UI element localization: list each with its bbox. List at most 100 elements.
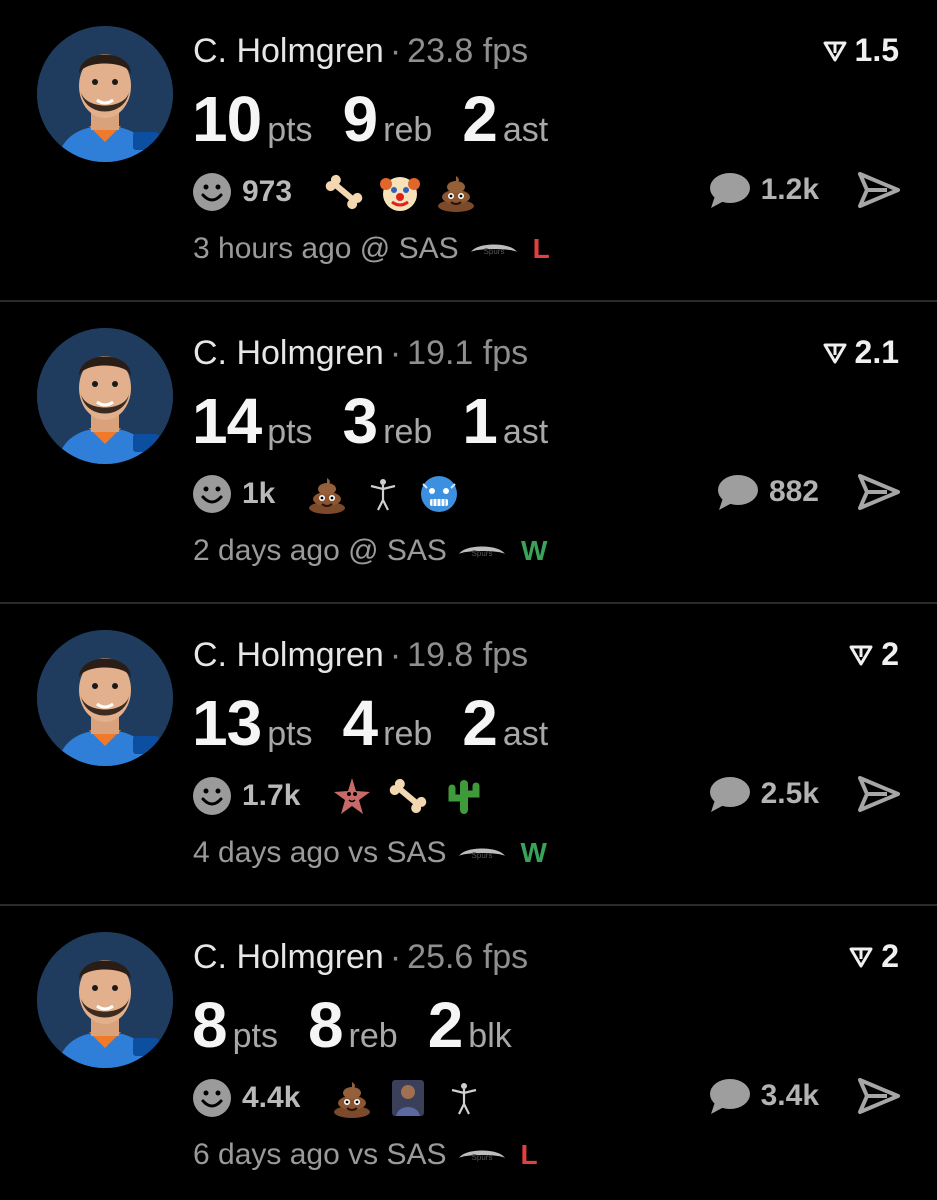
post-header: C. Holmgren · 23.8 fps [193, 30, 528, 72]
reaction-count[interactable]: 1.7k [242, 779, 300, 813]
time-ago: 2 days ago [193, 534, 340, 567]
bone-emoji[interactable] [322, 170, 366, 214]
post-header: C. Holmgren · 19.1 fps [193, 332, 528, 374]
player-name[interactable]: C. Holmgren [193, 938, 384, 976]
player-avatar[interactable] [37, 932, 173, 1068]
rating-badge[interactable]: 2 [849, 938, 899, 975]
rating-badge[interactable]: 2 [849, 636, 899, 673]
stat-unit: blk [468, 1017, 512, 1055]
venue: @ SAS [359, 232, 459, 265]
game-result: W [520, 535, 548, 566]
player-avatar[interactable] [37, 26, 173, 162]
stat-unit: pts [267, 111, 313, 149]
player-name[interactable]: C. Holmgren [193, 32, 384, 70]
game-result: L [520, 1139, 538, 1170]
player-figure-emoji[interactable] [361, 472, 405, 516]
smiley-reaction-icon[interactable] [192, 1078, 232, 1118]
stat-value: 14 [192, 385, 262, 457]
fantasy-points: 25.6 fps [407, 938, 529, 976]
venue: @ SAS [348, 534, 447, 567]
stat-line: 14 pts 3 reb 1 ast [192, 384, 578, 458]
comments-button[interactable]: 2.5k [707, 774, 819, 814]
venue: vs SAS [348, 836, 447, 869]
spurs-logo-icon: Spurs [458, 848, 505, 860]
share-icon[interactable] [857, 774, 901, 814]
svg-text:Spurs: Spurs [483, 247, 504, 256]
separator-dot: · [389, 32, 402, 70]
game-post-card[interactable]: C. Holmgren · 19.1 fps 2.1 14 pts 3 reb 1 ast 1… [0, 302, 937, 604]
time-ago: 6 days ago [193, 1138, 340, 1171]
player-name[interactable]: C. Holmgren [193, 334, 384, 372]
game-info: 6 days ago vs SAS Spurs L [193, 1138, 538, 1172]
rating-value: 1.5 [854, 32, 899, 68]
comment-bubble-icon [717, 475, 758, 510]
reaction-emojis [318, 774, 486, 818]
share-icon[interactable] [857, 472, 901, 512]
stat-unit: pts [232, 1017, 278, 1055]
post-header: C. Holmgren · 25.6 fps [193, 936, 528, 978]
stat-line: 10 pts 9 reb 2 ast [192, 82, 578, 156]
share-icon[interactable] [857, 1076, 901, 1116]
stat-value: 8 [192, 989, 228, 1061]
comment-count: 1.2k [760, 173, 819, 206]
smiley-reaction-icon[interactable] [192, 474, 232, 514]
separator-dot: · [389, 334, 402, 372]
game-info: 2 days ago @ SAS Spurs W [193, 534, 547, 568]
comments-button[interactable]: 1.2k [707, 170, 819, 210]
comment-count: 882 [768, 475, 819, 508]
bone-emoji[interactable] [386, 774, 430, 818]
reaction-count[interactable]: 973 [242, 175, 292, 209]
game-post-card[interactable]: C. Holmgren · 23.8 fps 1.5 10 pts 9 reb 2 ast 9… [0, 0, 937, 302]
rating-value: 2 [881, 636, 899, 672]
rating-arrow-icon [849, 947, 873, 967]
player-photo-emoji[interactable] [386, 1076, 430, 1120]
player-name[interactable]: C. Holmgren [193, 636, 384, 674]
comments-button[interactable]: 882 [715, 472, 819, 512]
stat-pts: 14 pts [192, 384, 313, 458]
stat-line: 8 pts 8 reb 2 blk [192, 988, 542, 1062]
stat-value: 3 [342, 385, 379, 457]
spurs-logo-icon: Spurs [458, 546, 505, 558]
smiley-reaction-icon[interactable] [192, 172, 232, 212]
comments-button[interactable]: 3.4k [707, 1076, 819, 1116]
game-post-card[interactable]: C. Holmgren · 25.6 fps 2 8 pts 8 reb 2 blk 4.4k [0, 906, 937, 1200]
clown-emoji[interactable] [378, 170, 422, 214]
game-feed: C. Holmgren · 23.8 fps 1.5 10 pts 9 reb 2 ast 9… [0, 0, 937, 1200]
rating-badge[interactable]: 2.1 [823, 334, 899, 371]
starfish-emoji[interactable] [330, 774, 374, 818]
smiley-reaction-icon[interactable] [192, 776, 232, 816]
comment-bubble-icon [709, 173, 750, 208]
rating-value: 2.1 [854, 334, 899, 370]
cold-face-emoji[interactable] [417, 472, 461, 516]
stat-value: 8 [307, 989, 344, 1061]
reaction-emojis [310, 170, 478, 214]
rating-badge[interactable]: 1.5 [823, 32, 899, 69]
poop-emoji[interactable] [330, 1076, 374, 1120]
reaction-emojis [293, 472, 461, 516]
game-post-card[interactable]: C. Holmgren · 19.8 fps 2 13 pts 4 reb 2 ast 1.7… [0, 604, 937, 906]
comment-bubble-icon [709, 777, 750, 812]
stat-pts: 8 pts [192, 988, 278, 1062]
reaction-emojis [318, 1076, 486, 1120]
reactions-row: 4.4k [192, 1076, 486, 1120]
stat-ast: 2 ast [462, 686, 548, 760]
game-info: 4 days ago vs SAS Spurs W [193, 836, 547, 870]
share-icon[interactable] [857, 170, 901, 210]
reaction-count[interactable]: 1k [242, 477, 275, 511]
fantasy-points: 19.1 fps [407, 334, 529, 372]
cactus-emoji[interactable] [442, 774, 486, 818]
spurs-logo-icon: Spurs [458, 1150, 505, 1162]
svg-text:Spurs: Spurs [472, 549, 493, 558]
player-figure-emoji[interactable] [442, 1076, 486, 1120]
player-avatar[interactable] [37, 630, 173, 766]
poop-emoji[interactable] [305, 472, 349, 516]
poop-emoji[interactable] [434, 170, 478, 214]
svg-text:Spurs: Spurs [471, 1153, 492, 1162]
reaction-count[interactable]: 4.4k [242, 1081, 300, 1115]
spurs-logo-icon: Spurs [470, 244, 517, 256]
stat-reb: 4 reb [343, 686, 433, 760]
reactions-row: 973 [192, 170, 478, 214]
stat-reb: 3 reb [343, 384, 433, 458]
player-avatar[interactable] [37, 328, 173, 464]
stat-reb: 8 reb [308, 988, 398, 1062]
